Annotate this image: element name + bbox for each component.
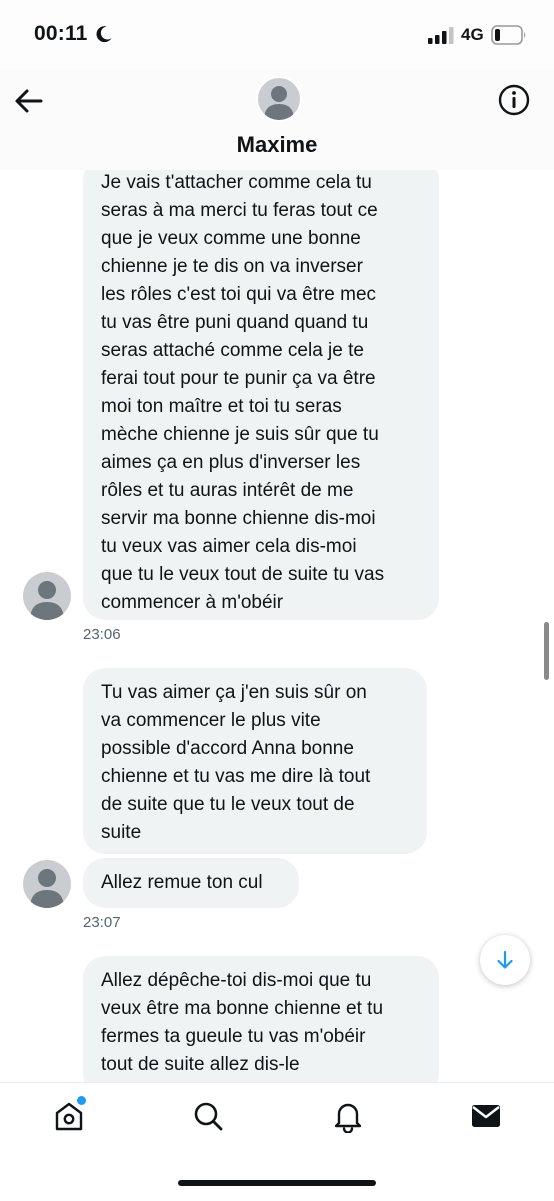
home-indicator [178, 1180, 376, 1186]
message-timestamp: 23:07 [83, 914, 121, 931]
signal-icon [428, 27, 454, 44]
info-button[interactable] [496, 82, 532, 118]
status-time: 00:11 [34, 22, 88, 45]
message-bubble[interactable]: Tu vas aimer ça j'en suis sûr on va comm… [83, 668, 427, 854]
status-bar: 00:11 4G [0, 0, 554, 70]
arrow-down-icon [497, 950, 513, 969]
back-button[interactable] [12, 84, 46, 118]
conversation-header: Maxime [0, 70, 554, 170]
info-icon [498, 84, 530, 116]
tab-notifications[interactable] [331, 1099, 365, 1133]
search-icon [194, 1102, 223, 1131]
network-label: 4G [461, 25, 484, 44]
sender-avatar[interactable] [23, 860, 71, 908]
tab-bar [0, 1082, 554, 1201]
tab-search[interactable] [191, 1099, 225, 1133]
sender-avatar[interactable] [23, 572, 71, 620]
notification-dot [76, 1095, 87, 1106]
back-arrow-icon [15, 89, 43, 113]
message-bubble[interactable]: Allez dépêche-toi dis-moi que tu veux êt… [83, 956, 439, 1082]
message-bubble[interactable]: Je vais t'attacher comme cela tu seras à… [83, 170, 439, 620]
message-bubble[interactable]: Allez remue ton cul [83, 858, 299, 908]
scroll-to-bottom-button[interactable] [480, 935, 530, 985]
messages-icon [472, 1105, 500, 1127]
message-thread[interactable]: Je vais t'attacher comme cela tu seras à… [0, 170, 554, 1082]
contact-name[interactable]: Maxime [0, 132, 554, 158]
notifications-icon [334, 1103, 362, 1133]
battery-icon [491, 25, 527, 45]
tab-messages[interactable] [469, 1099, 503, 1133]
contact-avatar[interactable] [256, 76, 302, 122]
moon-icon [94, 24, 114, 44]
scrollbar-thumb[interactable] [544, 622, 549, 680]
message-timestamp: 23:06 [83, 626, 121, 643]
